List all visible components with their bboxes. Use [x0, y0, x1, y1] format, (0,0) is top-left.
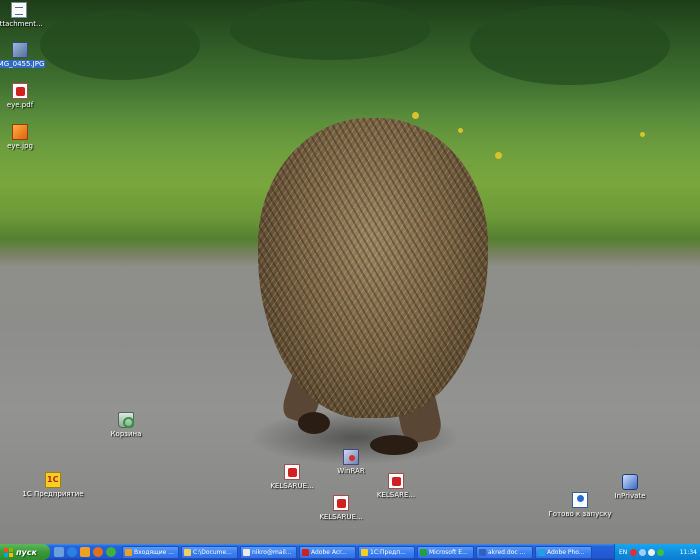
- desktop-icon-eye-jpg[interactable]: eye.jpg: [0, 124, 55, 150]
- wallpaper-foliage: [230, 0, 430, 60]
- taskbar-button-label: Adobe Acr...: [311, 548, 347, 556]
- 1c-enterprise-icon: [45, 472, 61, 488]
- wallpaper-flower: [640, 132, 645, 137]
- taskbar-button-acrobat[interactable]: Adobe Acr...: [299, 545, 356, 559]
- excel-icon: [420, 548, 427, 556]
- desktop-icon-label: InPrivate: [614, 492, 646, 500]
- taskbar-button-folder[interactable]: C:\Docume...: [181, 545, 238, 559]
- pdf-document-icon: [12, 83, 28, 99]
- taskbar-button-label: Adobe Pho...: [547, 548, 585, 556]
- taskbar-button-excel[interactable]: Microsoft E...: [417, 545, 474, 559]
- desktop-icon-eye-pdf[interactable]: eye.pdf: [0, 83, 55, 109]
- desktop-icon-label: IMG_0455.JPG: [0, 60, 46, 68]
- taskbar-buttons: Входящие ... C:\Docume... nikro@mail... …: [120, 545, 614, 559]
- word-document-icon: [11, 2, 27, 18]
- pdf-document-icon: [333, 495, 349, 511]
- media-player-icon[interactable]: [93, 547, 103, 557]
- taskbar-button-mail[interactable]: nikro@mail...: [240, 545, 297, 559]
- taskbar-button-1c[interactable]: 1С:Предп...: [358, 545, 415, 559]
- taskbar-button-label: nikro@mail...: [252, 548, 292, 556]
- desktop-icon-attachment[interactable]: attachment...: [0, 2, 54, 28]
- word-icon: [479, 548, 486, 556]
- jpeg-image-icon: [12, 42, 28, 58]
- desktop-icon-img0455[interactable]: IMG_0455.JPG: [0, 42, 55, 68]
- wallpaper-foliage: [470, 5, 670, 85]
- taskbar-button-label: C:\Docume...: [193, 548, 232, 556]
- taskbar-button-word[interactable]: akred.doc ...: [476, 545, 533, 559]
- folder-icon: [184, 548, 191, 556]
- desktop-icon-label: 1С Предприятие: [22, 490, 84, 498]
- desktop-icon-label: KELSARUE...: [319, 513, 363, 521]
- desktop-icon-1c-enterprise[interactable]: 1С Предприятие: [18, 472, 88, 498]
- wallpaper-flower: [458, 128, 463, 133]
- wallpaper-hedgehog-foot: [298, 412, 330, 434]
- pdf-document-icon: [284, 464, 300, 480]
- desktop[interactable]: attachment... IMG_0455.JPG eye.pdf eye.j…: [0, 0, 700, 544]
- taskbar-button-label: akred.doc ...: [488, 548, 526, 556]
- taskbar-button-label: Microsoft E...: [429, 548, 468, 556]
- desktop-icon-kelsarue-2[interactable]: KELSARUE...: [306, 495, 376, 521]
- desktop-icon-kelsarue-1[interactable]: KELSARUE...: [257, 464, 327, 490]
- desktop-icon-label: KELSARE...: [376, 491, 416, 499]
- outlook-icon[interactable]: [80, 547, 90, 557]
- winrar-icon: [343, 449, 359, 465]
- taskbar-button-label: 1С:Предп...: [370, 548, 406, 556]
- messenger-tray-icon[interactable]: [657, 548, 665, 556]
- outlook-icon: [125, 548, 132, 556]
- acrobat-icon: [302, 548, 309, 556]
- 1c-icon: [361, 548, 368, 556]
- system-tray: EN 11:34: [614, 544, 700, 560]
- wallpaper-flower: [495, 152, 502, 159]
- taskbar-button-photoshop[interactable]: Adobe Pho...: [535, 545, 592, 559]
- pdf-document-icon: [388, 473, 404, 489]
- volume-icon[interactable]: [648, 548, 656, 556]
- jpeg-image-icon: [12, 124, 28, 140]
- photoshop-icon: [538, 548, 545, 556]
- desktop-icon-label: Корзина: [110, 430, 142, 438]
- messenger-icon[interactable]: [106, 547, 116, 557]
- taskbar-button-label: Входящие ...: [134, 548, 174, 556]
- desktop-icon-label: attachment...: [0, 20, 43, 28]
- desktop-icon-label: KELSARUE...: [270, 482, 314, 490]
- mail-icon: [243, 548, 250, 556]
- network-icon: [572, 492, 588, 508]
- antivirus-icon[interactable]: [630, 548, 638, 556]
- desktop-icon-label: Готово к запуску: [548, 510, 612, 518]
- show-desktop-icon[interactable]: [54, 547, 64, 557]
- wallpaper-foliage: [40, 10, 200, 80]
- desktop-icon-label: eye.pdf: [6, 101, 34, 109]
- start-button-label: пуск: [16, 547, 37, 557]
- application-icon: [622, 474, 638, 490]
- quick-launch: [50, 547, 120, 557]
- internet-explorer-icon[interactable]: [67, 547, 77, 557]
- network-tray-icon[interactable]: [639, 548, 647, 556]
- wallpaper-flower: [412, 112, 419, 119]
- taskbar-button-inbox[interactable]: Входящие ...: [122, 545, 179, 559]
- wallpaper-hedgehog: [258, 118, 488, 418]
- recycle-bin-icon: [118, 412, 134, 428]
- windows-logo-icon: [4, 547, 13, 557]
- desktop-icon-application[interactable]: InPrivate: [595, 474, 665, 500]
- taskbar: пуск Входящие ... C:\Docume... nikro@mai…: [0, 544, 700, 560]
- start-button[interactable]: пуск: [0, 544, 50, 560]
- clock[interactable]: 11:34: [680, 549, 697, 556]
- desktop-icon-recycle-bin[interactable]: Корзина: [91, 412, 161, 438]
- desktop-icon-label: eye.jpg: [7, 142, 33, 150]
- language-indicator[interactable]: EN: [618, 549, 628, 556]
